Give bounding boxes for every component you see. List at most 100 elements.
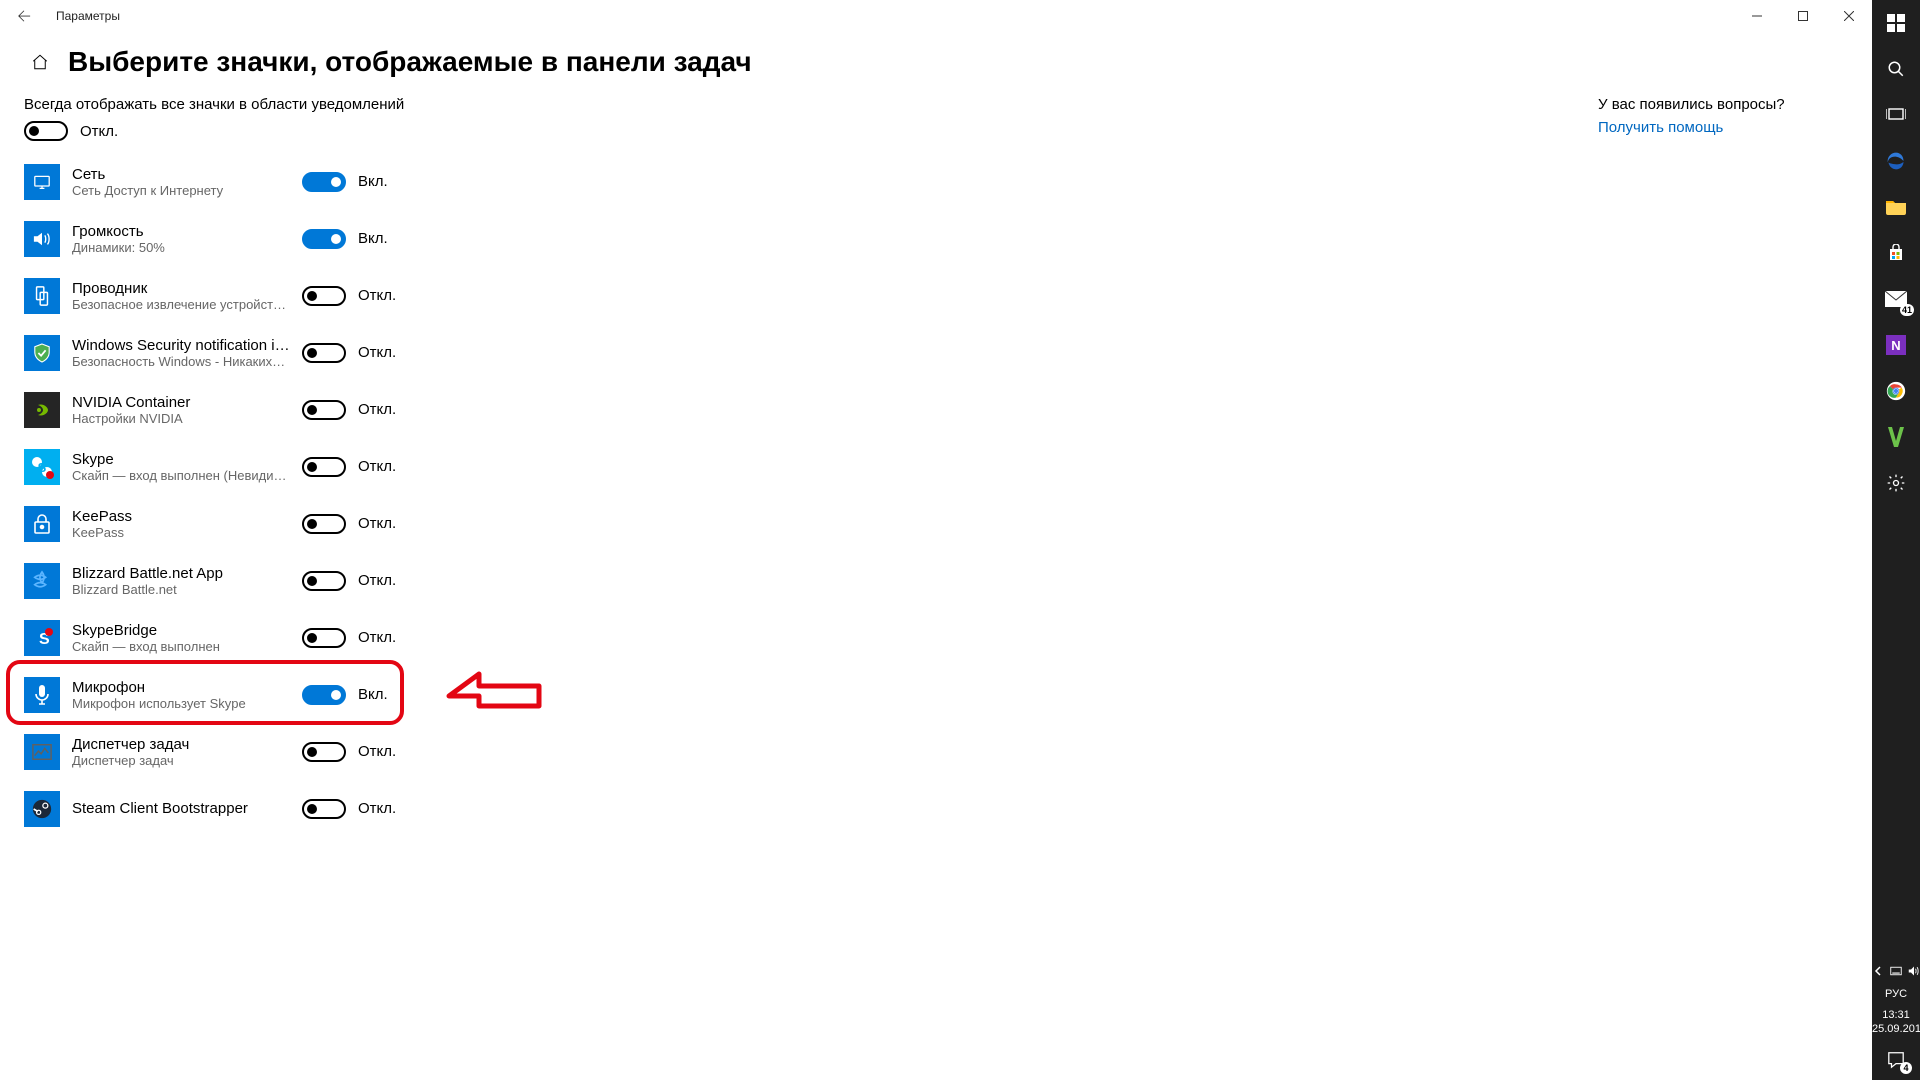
network-icon bbox=[24, 164, 60, 200]
mail-icon[interactable]: 41 bbox=[1872, 276, 1920, 322]
action-center-icon[interactable]: 4 bbox=[1872, 1040, 1920, 1080]
skypebridge-icon: S bbox=[24, 620, 60, 656]
row-title: SkypeBridge bbox=[72, 622, 292, 639]
row-title: Громкость bbox=[72, 223, 292, 240]
icon-row-explorer: ПроводникБезопасное извлечение устройств… bbox=[24, 267, 724, 324]
row-subtitle: Скайп — вход выполнен (Невиди… bbox=[72, 468, 292, 483]
toggle-skypebridge[interactable] bbox=[302, 628, 346, 648]
edge-icon[interactable] bbox=[1872, 138, 1920, 184]
row-title: Проводник bbox=[72, 280, 292, 297]
toggle-state: Откл. bbox=[358, 800, 396, 817]
tray-icons[interactable] bbox=[1872, 958, 1920, 984]
task-view-icon[interactable] bbox=[1872, 92, 1920, 138]
icon-row-security: Windows Security notification iconБезопа… bbox=[24, 324, 724, 381]
action-center-badge: 4 bbox=[1900, 1062, 1912, 1074]
settings-taskbar-icon[interactable] bbox=[1872, 460, 1920, 506]
volume-tray-icon[interactable] bbox=[1908, 964, 1920, 978]
mic-icon bbox=[24, 677, 60, 713]
row-subtitle: Скайп — вход выполнен bbox=[72, 639, 292, 654]
toggle-blizzard[interactable] bbox=[302, 571, 346, 591]
language-indicator[interactable]: РУС bbox=[1872, 984, 1920, 1004]
always-show-label: Всегда отображать все значки в области у… bbox=[24, 96, 724, 113]
window-title: Параметры bbox=[48, 9, 120, 23]
toggle-state: Откл. bbox=[358, 629, 396, 646]
always-show-toggle[interactable] bbox=[24, 121, 68, 141]
taskbar: 41 N РУС 13:3125.09.2019 4 bbox=[1872, 0, 1920, 1080]
row-subtitle: Динамики: 50% bbox=[72, 240, 292, 255]
toggle-state: Вкл. bbox=[358, 173, 388, 190]
taskmgr-icon bbox=[24, 734, 60, 770]
toggle-state: Вкл. bbox=[358, 230, 388, 247]
icon-list: СетьСеть Доступ к ИнтернетуВкл.Громкость… bbox=[24, 153, 724, 837]
main-column: Всегда отображать все значки в области у… bbox=[24, 96, 724, 1080]
toggle-state: Вкл. bbox=[358, 686, 388, 703]
file-explorer-icon[interactable] bbox=[1872, 184, 1920, 230]
toggle-state: Откл. bbox=[358, 287, 396, 304]
search-icon[interactable] bbox=[1872, 46, 1920, 92]
close-button[interactable] bbox=[1826, 0, 1872, 32]
clock[interactable]: 13:3125.09.2019 bbox=[1872, 1004, 1920, 1040]
chrome-icon[interactable] bbox=[1872, 368, 1920, 414]
keepass-icon bbox=[24, 506, 60, 542]
toggle-network[interactable] bbox=[302, 172, 346, 192]
toggle-nvidia[interactable] bbox=[302, 400, 346, 420]
row-subtitle: Безопасность Windows - Никаких… bbox=[72, 354, 292, 369]
skype-icon: S bbox=[24, 449, 60, 485]
app-v-icon[interactable] bbox=[1872, 414, 1920, 460]
toggle-state: Откл. bbox=[358, 743, 396, 760]
start-button[interactable] bbox=[1872, 0, 1920, 46]
steam-icon bbox=[24, 791, 60, 827]
toggle-state: Откл. bbox=[358, 515, 396, 532]
toggle-state: Откл. bbox=[358, 344, 396, 361]
icon-row-nvidia: NVIDIA ContainerНастройки NVIDIAОткл. bbox=[24, 381, 724, 438]
icon-row-volume: ГромкостьДинамики: 50% Вкл. bbox=[24, 210, 724, 267]
toggle-skype[interactable] bbox=[302, 457, 346, 477]
settings-window: Параметры Выберите значки, отображаемые … bbox=[0, 0, 1872, 1080]
icon-row-skype: S SkypeСкайп — вход выполнен (Невиди… Откл… bbox=[24, 438, 724, 495]
onenote-icon[interactable]: N bbox=[1872, 322, 1920, 368]
icon-row-steam: Steam Client BootstrapperОткл. bbox=[24, 780, 724, 837]
back-button[interactable] bbox=[0, 0, 48, 32]
blizzard-icon bbox=[24, 563, 60, 599]
page-title: Выберите значки, отображаемые в панели з… bbox=[68, 46, 752, 78]
toggle-mic[interactable] bbox=[302, 685, 346, 705]
home-button[interactable] bbox=[24, 46, 56, 78]
row-title: Диспетчер задач bbox=[72, 736, 292, 753]
page-header: Выберите значки, отображаемые в панели з… bbox=[0, 32, 1872, 96]
row-subtitle: Микрофон использует Skype bbox=[72, 696, 292, 711]
row-subtitle: Безопасное извлечение устройств… bbox=[72, 297, 292, 312]
mail-badge: 41 bbox=[1900, 304, 1914, 316]
chevron-left-icon[interactable] bbox=[1872, 964, 1884, 978]
toggle-taskmgr[interactable] bbox=[302, 742, 346, 762]
row-subtitle: Blizzard Battle.net bbox=[72, 582, 292, 597]
icon-row-blizzard: Blizzard Battle.net AppBlizzard Battle.n… bbox=[24, 552, 724, 609]
toggle-state: Откл. bbox=[358, 572, 396, 589]
toggle-steam[interactable] bbox=[302, 799, 346, 819]
row-title: Blizzard Battle.net App bbox=[72, 565, 292, 582]
icon-row-network: СетьСеть Доступ к Интернету Вкл. bbox=[24, 153, 724, 210]
svg-text:N: N bbox=[1891, 338, 1900, 353]
icon-row-mic: МикрофонМикрофон использует SkypeВкл. bbox=[24, 666, 724, 723]
row-title: Skype bbox=[72, 451, 292, 468]
toggle-keepass[interactable] bbox=[302, 514, 346, 534]
volume-icon bbox=[24, 221, 60, 257]
svg-text:S: S bbox=[38, 460, 47, 475]
row-title: Windows Security notification icon bbox=[72, 337, 292, 354]
row-subtitle: Диспетчер задач bbox=[72, 753, 292, 768]
row-subtitle: KeePass bbox=[72, 525, 292, 540]
store-icon[interactable] bbox=[1872, 230, 1920, 276]
always-show-state: Откл. bbox=[80, 123, 118, 140]
toggle-state: Откл. bbox=[358, 458, 396, 475]
row-subtitle: Сеть Доступ к Интернету bbox=[72, 183, 292, 198]
titlebar: Параметры bbox=[0, 0, 1872, 32]
maximize-button[interactable] bbox=[1780, 0, 1826, 32]
icon-row-keepass: KeePassKeePassОткл. bbox=[24, 495, 724, 552]
row-subtitle: Настройки NVIDIA bbox=[72, 411, 292, 426]
get-help-link[interactable]: Получить помощь bbox=[1598, 119, 1848, 136]
toggle-explorer[interactable] bbox=[302, 286, 346, 306]
minimize-button[interactable] bbox=[1734, 0, 1780, 32]
row-title: Сеть bbox=[72, 166, 292, 183]
input-indicator-icon[interactable] bbox=[1890, 964, 1902, 978]
toggle-security[interactable] bbox=[302, 343, 346, 363]
toggle-volume[interactable] bbox=[302, 229, 346, 249]
